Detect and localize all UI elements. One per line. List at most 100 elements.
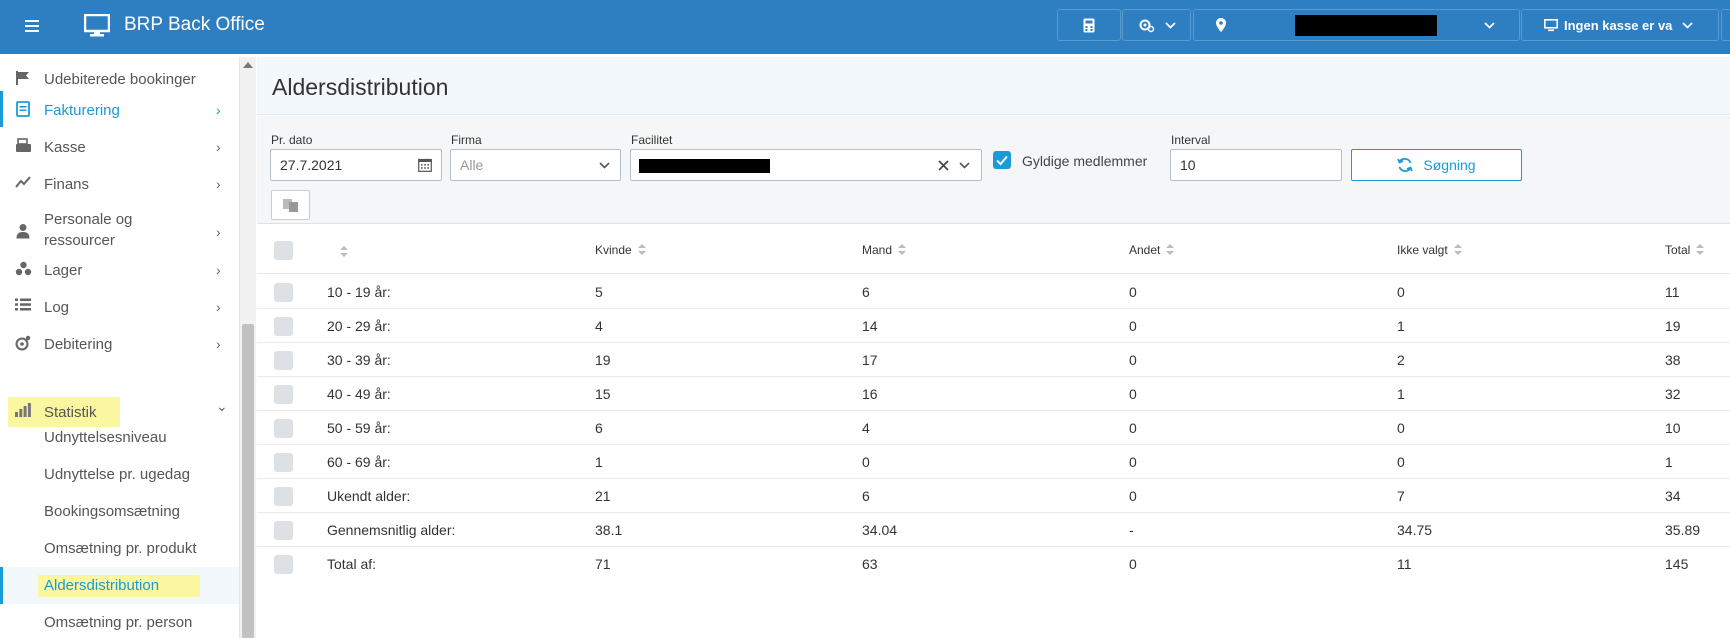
cell-ikke-valgt: 0 [1397,454,1405,470]
sort-icon[interactable] [1696,244,1705,256]
debit-icon [14,335,32,353]
table-row[interactable]: Total af: 71 63 0 11 145 [257,547,1730,581]
row-checkbox[interactable] [274,521,293,540]
table-row[interactable]: 10 - 19 år: 5 6 0 0 11 [257,275,1730,309]
firma-placeholder: Alle [460,157,484,173]
cell-kvinde: 5 [595,284,603,300]
column-header-kvinde[interactable]: Kvinde [595,243,646,257]
label-column-header[interactable] [334,246,348,258]
sidebar-item-lager[interactable]: Lager › [0,260,239,280]
interval-value: 10 [1180,157,1196,173]
sort-icon[interactable] [898,244,907,256]
chevron-down-icon [959,162,970,169]
copy-button[interactable] [271,190,310,220]
facilitet-value [639,159,770,173]
column-header-total[interactable]: Total [1665,243,1705,257]
table-row[interactable]: 40 - 49 år: 15 16 0 1 32 [257,377,1730,411]
bar-chart-icon [14,403,32,421]
sidebar-item-finans[interactable]: Finans › [0,174,239,194]
table-row[interactable]: 30 - 39 år: 19 17 0 2 38 [257,343,1730,377]
row-checkbox[interactable] [274,351,293,370]
cell-mand: 63 [862,556,878,572]
cell-total: 10 [1665,420,1681,436]
chevron-right-icon: › [216,139,221,155]
facilitet-label: Facilitet [631,133,673,147]
header-overflow-button[interactable] [1721,9,1730,41]
cell-kvinde: 21 [595,488,611,504]
row-label: Gennemsnitlig alder: [327,522,456,538]
sidebar-item-fakturering[interactable]: Fakturering › [0,100,239,120]
sidebar-item-label: Personale og [44,211,133,228]
sidebar-item-udebiterede[interactable]: Udebiterede bookinger [0,69,239,89]
row-checkbox[interactable] [274,317,293,336]
boxes-icon [14,261,32,279]
trend-icon [14,175,32,193]
sort-icon[interactable] [1453,244,1462,256]
sidebar-item-personale[interactable]: Personale og ressourcer › [0,211,239,249]
cell-total: 1 [1665,454,1673,470]
sidebar-item-label: Fakturering [44,101,120,119]
sidebar-subitem-udnyttelse-ugedag[interactable]: Udnyttelse pr. ugedag [44,466,190,483]
table-row[interactable]: 60 - 69 år: 1 0 0 0 1 [257,445,1730,479]
row-checkbox[interactable] [274,283,293,302]
active-indicator [0,567,3,604]
row-checkbox[interactable] [274,487,293,506]
cash-register-icon [14,138,32,156]
cell-andet: 0 [1129,454,1137,470]
sort-icon[interactable] [637,244,646,256]
scroll-up-icon[interactable] [243,62,253,68]
row-checkbox[interactable] [274,555,293,574]
row-label: Total af: [327,556,377,572]
sidebar-item-log[interactable]: Log › [0,297,239,317]
cell-total: 11 [1665,284,1680,300]
chevron-down-icon [599,162,610,169]
search-button[interactable]: Søgning [1351,149,1522,181]
row-checkbox[interactable] [274,453,293,472]
sidebar-item-kasse[interactable]: Kasse › [0,137,239,157]
cash-register-dropdown[interactable]: Ingen kasse er va [1521,9,1719,41]
row-checkbox[interactable] [274,419,293,438]
clear-icon[interactable] [938,160,949,171]
menu-icon[interactable] [20,18,44,36]
row-label: 10 - 19 år: [327,284,391,300]
location-dropdown[interactable] [1193,9,1520,41]
column-header-ikke-valgt[interactable]: Ikke valgt [1397,243,1462,257]
cell-mand: 34.04 [862,522,898,538]
search-label: Søgning [1423,157,1476,173]
cell-total: 32 [1665,386,1681,402]
valid-members-checkbox[interactable] [993,151,1011,169]
table-row[interactable]: Ukendt alder: 21 6 0 7 34 [257,479,1730,513]
valid-members-label: Gyldige medlemmer [1022,153,1148,169]
sidebar-scroll-thumb[interactable] [242,324,254,638]
sidebar-item-statistik[interactable]: Statistik ⌄ [0,398,239,422]
copy-icon [283,198,298,212]
date-input[interactable]: 27.7.2021 [270,149,442,181]
sidebar-subitem-omsaetning-person[interactable]: Omsætning pr. person [44,614,192,631]
sidebar-item-debitering[interactable]: Debitering › [0,334,239,354]
sidebar-subitem-omsaetning-produkt[interactable]: Omsætning pr. produkt [44,540,197,557]
cell-ikke-valgt: 1 [1397,318,1405,334]
calculator-button[interactable] [1057,9,1121,41]
row-checkbox[interactable] [274,385,293,404]
table-row[interactable]: 20 - 29 år: 4 14 0 1 19 [257,309,1730,343]
select-all-checkbox[interactable] [274,241,293,260]
sidebar-subitem-aldersdistribution[interactable]: Aldersdistribution [44,577,159,594]
cell-total: 35.89 [1665,522,1701,538]
row-label: 60 - 69 år: [327,454,391,470]
cell-mand: 6 [862,488,870,504]
table-row[interactable]: 50 - 59 år: 6 4 0 0 10 [257,411,1730,445]
sort-icon[interactable] [1166,244,1175,256]
table-row[interactable]: Gennemsnitlig alder: 38.1 34.04 - 34.75 … [257,513,1730,547]
settings-dropdown[interactable] [1122,9,1191,41]
sidebar-item-label: Log [44,298,70,316]
facilitet-select[interactable] [630,149,982,181]
column-header-mand[interactable]: Mand [862,243,907,257]
column-header-andet[interactable]: Andet [1129,243,1175,257]
cell-andet: 0 [1129,352,1137,368]
sidebar-subitem-bookingsomsaetning[interactable]: Bookingsomsætning [44,503,180,520]
interval-input[interactable]: 10 [1170,149,1342,181]
firma-select[interactable]: Alle [450,149,621,181]
calendar-icon[interactable] [418,158,432,172]
sidebar-subitem-udnyttelsesniveau[interactable]: Udnyttelsesniveau [44,429,167,446]
sort-icon[interactable] [340,246,348,258]
